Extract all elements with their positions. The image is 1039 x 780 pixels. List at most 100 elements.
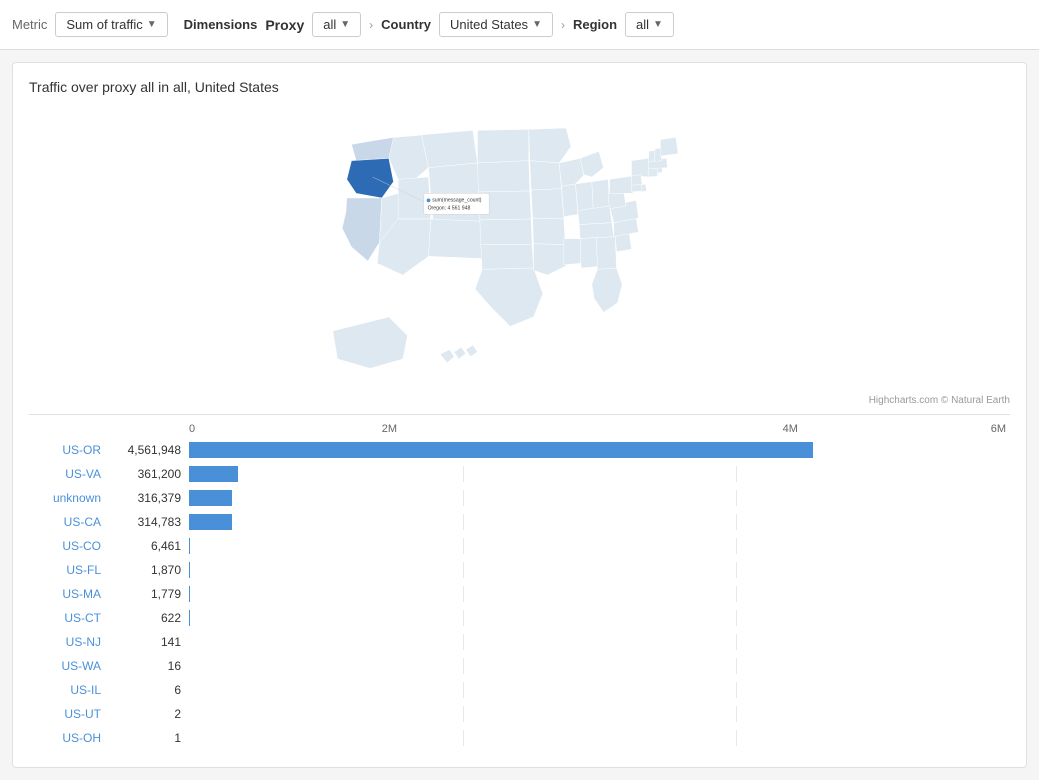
bar-label-US-OR[interactable]: US-OR [29,443,109,457]
grid-line-4m [736,706,737,722]
state-id [389,135,429,182]
grid-line-4m [736,466,737,482]
bar-label-US-CA[interactable]: US-CA [29,515,109,529]
table-row: US-VA 361,200 [29,463,1010,485]
bar-rows: US-OR 4,561,948 US-VA 361,200 unknown 31… [29,439,1010,749]
bar-label-US-NJ[interactable]: US-NJ [29,635,109,649]
bar-label-US-VA[interactable]: US-VA [29,467,109,481]
region-label: Region [573,17,617,32]
svg-text:sum(message_count): sum(message_count) [432,198,482,204]
grid-line-2m [463,514,464,530]
state-pa [610,176,633,193]
state-hi [440,345,477,363]
bar-area-US-CT [189,610,1010,626]
state-mn [529,128,571,163]
map-container: sum(message_count) Oregon: 4 561 948 [29,107,1010,387]
dimensions-label: Dimensions [184,17,258,32]
bar-label-US-FL[interactable]: US-FL [29,563,109,577]
bar-value-US-CO: 6,461 [109,539,189,553]
bar-label-US-CO[interactable]: US-CO [29,539,109,553]
grid-line-2m [463,730,464,746]
metric-dropdown[interactable]: Sum of traffic ▼ [55,12,167,37]
grid-line-2m [463,562,464,578]
bar-area-US-FL [189,562,1010,578]
grid-line-2m [463,586,464,602]
x-axis-labels: 0 2M 4M 6M [189,423,1010,435]
grid-line-2m [463,538,464,554]
table-row: unknown 316,379 [29,487,1010,509]
grid-line-2m [463,682,464,698]
state-nm [429,219,485,259]
bar-value-US-FL: 1,870 [109,563,189,577]
bar-label-US-UT[interactable]: US-UT [29,707,109,721]
bar-label-unknown[interactable]: unknown [29,491,109,505]
bar-label-US-MA[interactable]: US-MA [29,587,109,601]
region-dropdown[interactable]: all ▼ [625,12,674,37]
grid-line-4m [736,610,737,626]
metric-label: Metric [12,17,47,32]
country-dropdown[interactable]: United States ▼ [439,12,553,37]
bar-area-unknown [189,490,1010,506]
state-nd [478,129,529,163]
bar-area-US-CO [189,538,1010,554]
state-md [632,184,643,192]
table-row: US-OH 1 [29,727,1010,749]
bar-label-US-WA[interactable]: US-WA [29,659,109,673]
country-dropdown-arrow: ▼ [532,19,542,30]
bar-label-US-IL[interactable]: US-IL [29,683,109,697]
bar-fill-US-OR [189,442,813,458]
bar-value-US-CT: 622 [109,611,189,625]
state-sd [478,161,530,192]
table-row: US-UT 2 [29,703,1010,725]
bar-fill-unknown [189,490,232,506]
state-ca [342,198,382,261]
bar-value-US-CA: 314,783 [109,515,189,529]
chart-title: Traffic over proxy all in all, United St… [29,79,1010,95]
x-label-4m: 4M [590,423,991,435]
bar-value-US-IL: 6 [109,683,189,697]
grid-line-4m [736,490,737,506]
grid-line-4m [736,658,737,674]
bar-value-US-MA: 1,779 [109,587,189,601]
state-ga [597,237,617,270]
bar-label-US-CT[interactable]: US-CT [29,611,109,625]
bar-label-US-OH[interactable]: US-OH [29,731,109,745]
grid-line-4m [736,562,737,578]
bar-fill-US-CA [189,514,232,530]
state-fl [592,268,622,312]
state-il [562,184,578,217]
main-panel: Traffic over proxy all in all, United St… [12,62,1027,768]
grid-line-2m [463,658,464,674]
x-label-2m: 2M [189,423,590,435]
table-row: US-NJ 141 [29,631,1010,653]
bar-area-US-OH [189,730,1010,746]
bar-fill-US-CO [189,538,190,554]
grid-line-4m [736,514,737,530]
metric-value: Sum of traffic [66,17,142,32]
grid-line-4m [736,730,737,746]
table-row: US-FL 1,870 [29,559,1010,581]
map-attribution: Highcharts.com © Natural Earth [29,395,1010,406]
bar-area-US-OR [189,442,1010,458]
grid-line-2m [463,610,464,626]
table-row: US-OR 4,561,948 [29,439,1010,461]
map-tooltip: sum(message_count) Oregon: 4 561 948 [424,193,489,214]
bar-area-US-WA [189,658,1010,674]
grid-line-2m [463,490,464,506]
state-me [660,137,678,156]
proxy-value: all [323,17,336,32]
header-bar: Metric Sum of traffic ▼ Dimensions Proxy… [0,0,1039,50]
grid-line-2m [463,634,464,650]
bar-value-US-OH: 1 [109,731,189,745]
chevron-right-icon-2: › [561,18,565,32]
bar-value-US-UT: 2 [109,707,189,721]
bar-value-US-OR: 4,561,948 [109,443,189,457]
state-al [580,238,597,268]
proxy-dropdown-arrow: ▼ [340,19,350,30]
table-row: US-CT 622 [29,607,1010,629]
grid-line-4m [736,586,737,602]
state-tn [579,223,614,239]
bar-value-US-VA: 361,200 [109,467,189,481]
table-row: US-WA 16 [29,655,1010,677]
proxy-dropdown[interactable]: all ▼ [312,12,361,37]
